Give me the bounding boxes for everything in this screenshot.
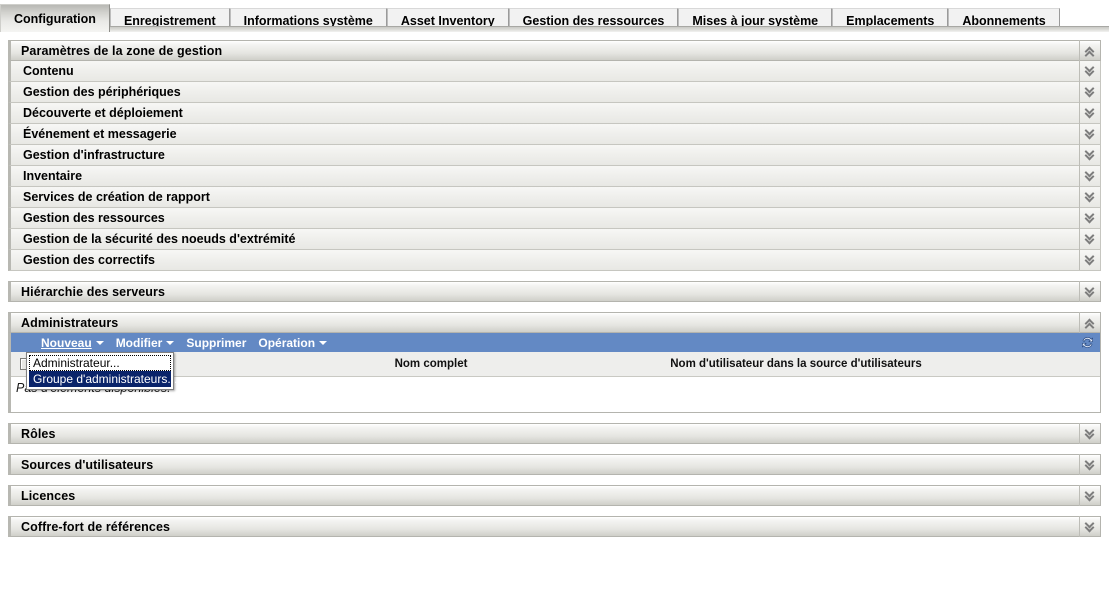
administrators-body: Nouveau Modifier Supprimer Opération xyxy=(8,333,1101,413)
page-content: Paramètres de la zone de gestion Contenu… xyxy=(0,32,1109,537)
menu-label: Nouveau xyxy=(41,336,92,350)
chevron-down-icon xyxy=(166,341,174,345)
subpanel-label: Inventaire xyxy=(11,169,82,183)
double-chevron-down-icon[interactable] xyxy=(1079,228,1101,249)
subpanel-label: Gestion d'infrastructure xyxy=(11,148,165,162)
double-chevron-up-icon[interactable] xyxy=(1079,312,1101,333)
menu-label: Modifier xyxy=(116,336,163,350)
administrators-table-footer xyxy=(11,399,1100,412)
panel-title: Hiérarchie des serveurs xyxy=(11,285,165,299)
menu-nouveau[interactable]: Nouveau xyxy=(41,336,104,350)
menu-operation[interactable]: Opération xyxy=(258,336,327,350)
chevron-down-icon xyxy=(96,341,104,345)
menu-label: Opération xyxy=(258,336,315,350)
subpanel-label: Gestion des ressources xyxy=(11,211,165,225)
subpanel-contenu[interactable]: Contenu xyxy=(8,61,1101,82)
panel-title: Rôles xyxy=(11,427,56,441)
panel-header-licenses[interactable]: Licences xyxy=(8,485,1101,506)
double-chevron-down-icon[interactable] xyxy=(1079,485,1101,506)
panel-header-administrators[interactable]: Administrateurs xyxy=(8,312,1101,333)
refresh-icon[interactable] xyxy=(1079,334,1096,351)
double-chevron-down-icon[interactable] xyxy=(1079,102,1101,123)
subpanel-gestion-de-la-securite-des-noeuds-d-extremite[interactable]: Gestion de la sécurité des noeuds d'extr… xyxy=(8,229,1101,250)
column-header-nom-complet[interactable]: Nom complet xyxy=(281,358,581,370)
menu-supprimer[interactable]: Supprimer xyxy=(186,336,246,350)
subpanel-label: Découverte et déploiement xyxy=(11,106,183,120)
nouveau-dropdown-menu[interactable]: Administrateur... Groupe d'administrateu… xyxy=(26,352,174,390)
panel-roles: Rôles xyxy=(8,423,1101,444)
tab-bar-underline xyxy=(0,26,1109,32)
panel-header-management-zone-settings[interactable]: Paramètres de la zone de gestion xyxy=(8,40,1101,61)
subpanel-gestion-des-peripheriques[interactable]: Gestion des périphériques xyxy=(8,82,1101,103)
double-chevron-down-icon[interactable] xyxy=(1079,60,1101,81)
tab-label: Configuration xyxy=(14,12,96,26)
menu-modifier[interactable]: Modifier xyxy=(116,336,175,350)
panel-administrators: Administrateurs Nouveau Modifier Supprim… xyxy=(8,312,1101,413)
subpanel-gestion-des-ressources[interactable]: Gestion des ressources xyxy=(8,208,1101,229)
subpanel-label: Contenu xyxy=(11,64,74,78)
panel-licenses: Licences xyxy=(8,485,1101,506)
panel-title: Licences xyxy=(11,489,75,503)
double-chevron-up-icon[interactable] xyxy=(1079,40,1101,61)
panel-credential-vault: Coffre-fort de références xyxy=(8,516,1101,537)
double-chevron-down-icon[interactable] xyxy=(1079,165,1101,186)
panel-user-sources: Sources d'utilisateurs xyxy=(8,454,1101,475)
panel-title: Sources d'utilisateurs xyxy=(11,458,153,472)
subpanel-label: Gestion des périphériques xyxy=(11,85,181,99)
double-chevron-down-icon[interactable] xyxy=(1079,144,1101,165)
tab-configuration[interactable]: Configuration xyxy=(0,4,110,32)
menu-item-administrateur[interactable]: Administrateur... xyxy=(29,355,171,371)
subpanel-label: Services de création de rapport xyxy=(11,190,210,204)
double-chevron-down-icon[interactable] xyxy=(1079,454,1101,475)
menu-label: Supprimer xyxy=(186,336,246,350)
menu-item-label: Administrateur... xyxy=(33,356,120,370)
subpanel-label: Gestion des correctifs xyxy=(11,253,155,267)
double-chevron-down-icon[interactable] xyxy=(1079,123,1101,144)
main-tab-bar: Configuration Enregistrement Information… xyxy=(0,0,1109,32)
subpanel-gestion-d-infrastructure[interactable]: Gestion d'infrastructure xyxy=(8,145,1101,166)
subpanel-label: Gestion de la sécurité des noeuds d'extr… xyxy=(11,232,296,246)
panel-header-user-sources[interactable]: Sources d'utilisateurs xyxy=(8,454,1101,475)
menu-item-groupe-d-administrateurs[interactable]: Groupe d'administrateurs... xyxy=(29,371,171,387)
panel-header-server-hierarchy[interactable]: Hiérarchie des serveurs xyxy=(8,281,1101,302)
subpanel-label: Événement et messagerie xyxy=(11,127,177,141)
panel-management-zone-settings: Paramètres de la zone de gestion Contenu… xyxy=(8,40,1101,271)
double-chevron-down-icon[interactable] xyxy=(1079,186,1101,207)
panel-title: Paramètres de la zone de gestion xyxy=(11,44,222,58)
panel-header-roles[interactable]: Rôles xyxy=(8,423,1101,444)
double-chevron-down-icon[interactable] xyxy=(1079,281,1101,302)
subpanel-evenement-et-messagerie[interactable]: Événement et messagerie xyxy=(8,124,1101,145)
menu-item-label: Groupe d'administrateurs... xyxy=(33,372,177,386)
chevron-down-icon xyxy=(319,341,327,345)
panel-server-hierarchy: Hiérarchie des serveurs xyxy=(8,281,1101,302)
administrators-toolbar: Nouveau Modifier Supprimer Opération xyxy=(11,333,1100,352)
double-chevron-down-icon[interactable] xyxy=(1079,81,1101,102)
column-header-nom-utilisateur-source[interactable]: Nom d'utilisateur dans la source d'utili… xyxy=(581,358,1011,370)
panel-title: Administrateurs xyxy=(11,316,118,330)
double-chevron-down-icon[interactable] xyxy=(1079,207,1101,228)
double-chevron-down-icon[interactable] xyxy=(1079,423,1101,444)
panel-header-credential-vault[interactable]: Coffre-fort de références xyxy=(8,516,1101,537)
subpanel-inventaire[interactable]: Inventaire xyxy=(8,166,1101,187)
double-chevron-down-icon[interactable] xyxy=(1079,249,1101,270)
subpanel-services-de-creation-de-rapport[interactable]: Services de création de rapport xyxy=(8,187,1101,208)
subpanel-decouverte-et-deploiement[interactable]: Découverte et déploiement xyxy=(8,103,1101,124)
subpanel-gestion-des-correctifs[interactable]: Gestion des correctifs xyxy=(8,250,1101,271)
panel-title: Coffre-fort de références xyxy=(11,520,170,534)
double-chevron-down-icon[interactable] xyxy=(1079,516,1101,537)
